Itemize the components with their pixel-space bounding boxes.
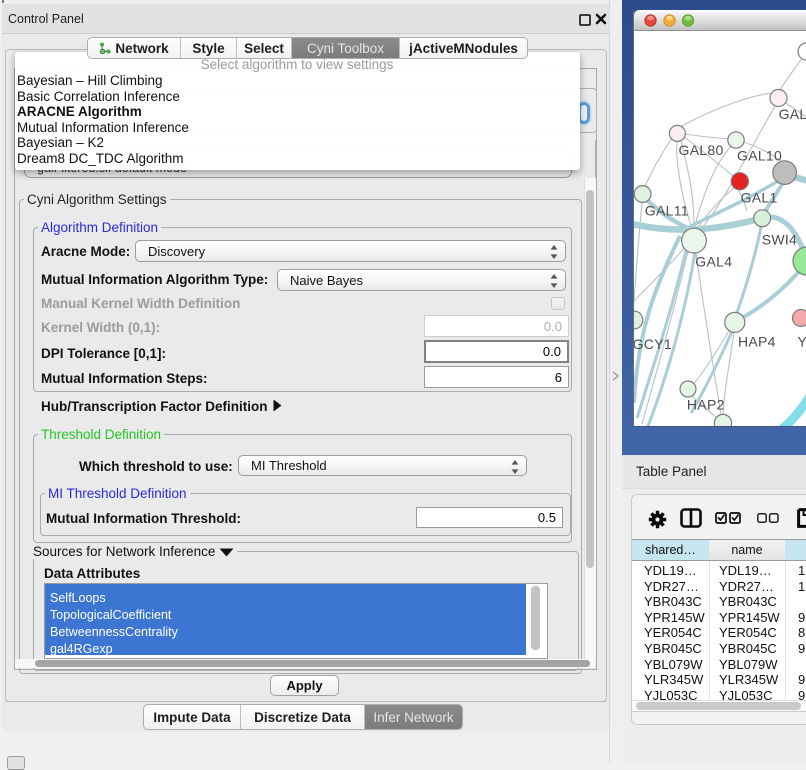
svg-text:HAP4: HAP4 <box>738 334 776 350</box>
svg-text:GAL1: GAL1 <box>741 190 778 206</box>
svg-text:GAL: GAL <box>779 106 806 122</box>
svg-text:GAL10: GAL10 <box>737 148 782 164</box>
svg-text:GAL4: GAL4 <box>695 254 732 270</box>
svg-text:GAL80: GAL80 <box>679 142 724 158</box>
svg-text:Y: Y <box>798 334 806 350</box>
svg-text:SWI4: SWI4 <box>762 232 797 248</box>
svg-text:GAL11: GAL11 <box>645 203 689 219</box>
svg-text:HAP2: HAP2 <box>687 397 725 413</box>
svg-text:GCY1: GCY1 <box>634 336 672 352</box>
